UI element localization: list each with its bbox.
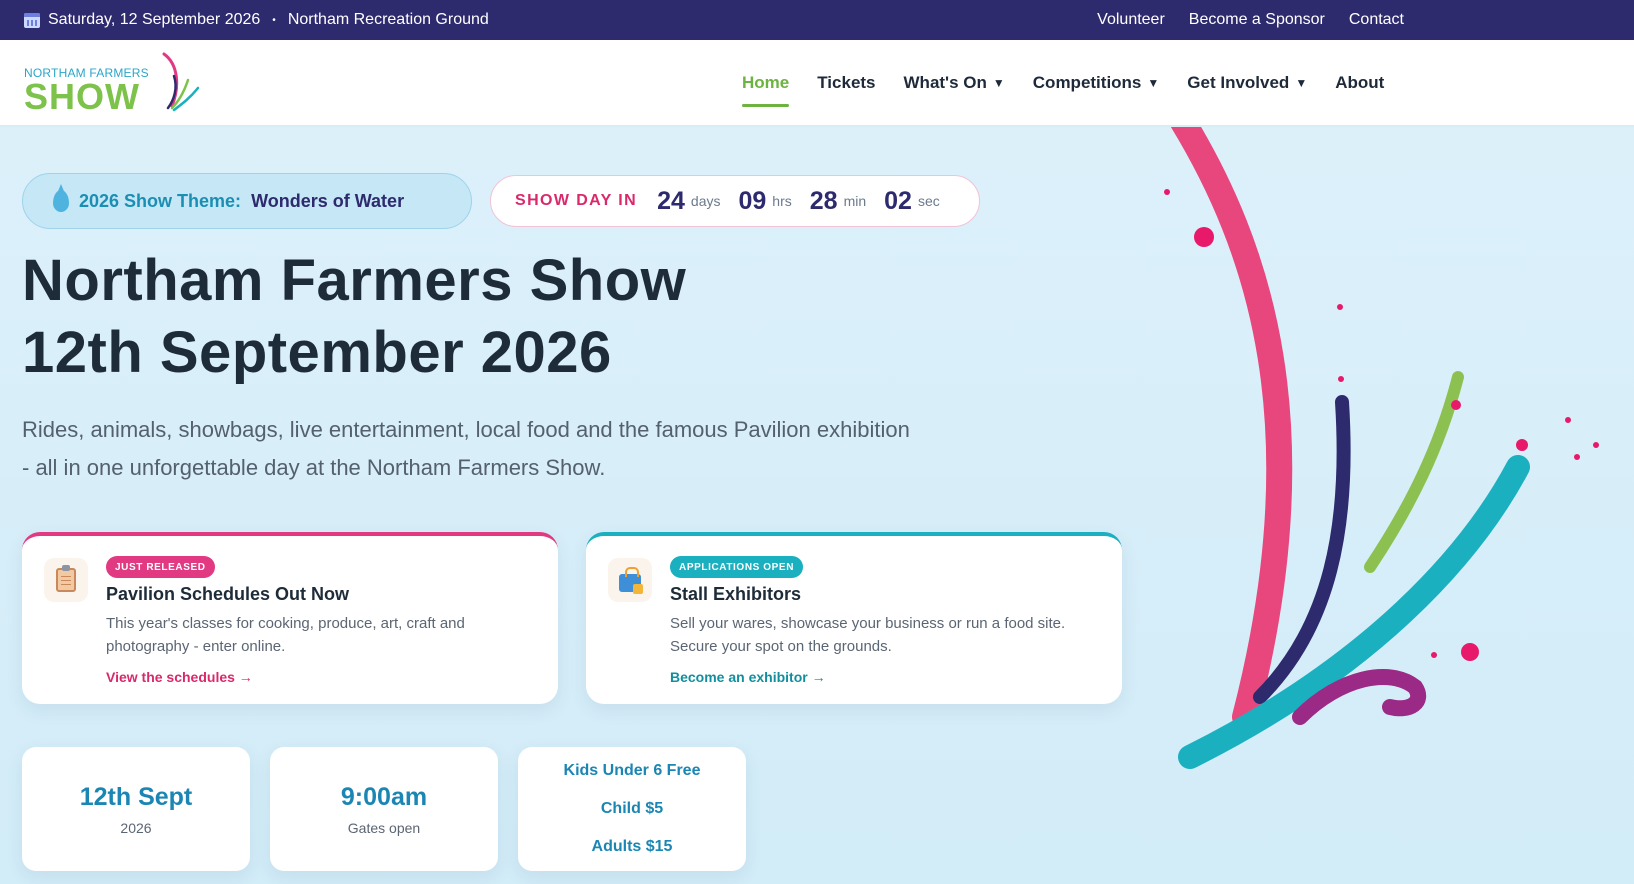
nav-get-involved-label: Get Involved [1187, 73, 1290, 92]
pavilion-schedules-card: JUST RELEASED Pavilion Schedules Out Now… [22, 532, 558, 704]
water-drop-icon [53, 190, 69, 212]
countdown-timer: SHOW DAY IN 24 days 09 hrs 28 min 02 sec [490, 175, 980, 227]
countdown-days-unit: days [690, 193, 721, 209]
countdown-hours-unit: hrs [772, 193, 792, 209]
nav-whats-on[interactable]: What's On ▼ [904, 73, 1005, 93]
nav-tickets-label: Tickets [817, 73, 876, 92]
utility-links: Volunteer Become a Sponsor Contact [1097, 0, 1404, 40]
nav-get-involved[interactable]: Get Involved ▼ [1187, 73, 1307, 93]
contact-link[interactable]: Contact [1349, 11, 1404, 29]
nav-competitions[interactable]: Competitions ▼ [1033, 73, 1160, 93]
nav-competitions-label: Competitions [1032, 73, 1142, 92]
theme-label: 2026 Show Theme: [79, 190, 242, 211]
show-date-stat: 12th Sept 2026 [22, 747, 250, 871]
price-kids: Kids Under 6 Free [563, 762, 701, 779]
stat-value: 12th Sept [79, 782, 193, 811]
countdown-minutes-unit: min [843, 193, 867, 209]
status-badge: JUST RELEASED [106, 556, 215, 578]
become-sponsor-link[interactable]: Become a Sponsor [1189, 11, 1325, 29]
nav-about-label: About [1335, 73, 1385, 92]
site-logo[interactable]: NORTHAM FARMERS SHOW [24, 52, 200, 117]
gates-open-stat: 9:00am Gates open [270, 747, 498, 871]
countdown-seconds: 02 [884, 186, 912, 215]
chevron-down-icon: ▼ [992, 76, 1005, 90]
nav-home[interactable]: Home [742, 73, 790, 107]
countdown-days: 24 [657, 186, 685, 215]
event-date: Saturday, 12 September 2026 [48, 11, 261, 28]
hero-section: 2026 Show Theme: Wonders of Water SHOW D… [0, 127, 1634, 884]
card-title: Stall Exhibitors [670, 584, 802, 604]
countdown-seconds-unit: sec [917, 193, 940, 209]
logo-swoosh-icon [162, 52, 200, 112]
stall-exhibitors-card: APPLICATIONS OPEN Stall Exhibitors Sell … [586, 532, 1122, 704]
decorative-swoosh-art [1164, 127, 1599, 769]
stat-label: 2026 [120, 819, 152, 836]
separator: • [272, 14, 276, 26]
title-line-1: Northam Farmers Show [22, 248, 687, 313]
view-schedules-link[interactable]: View the schedules → [106, 669, 253, 685]
shopping-bag-icon [608, 558, 652, 602]
price-adults: Adults $15 [591, 838, 673, 855]
countdown-hours: 09 [738, 186, 767, 215]
volunteer-link[interactable]: Volunteer [1097, 11, 1165, 29]
event-info: Saturday, 12 September 2026 • Northam Re… [24, 0, 489, 40]
clipboard-icon [44, 558, 88, 602]
nav-home-label: Home [742, 73, 790, 92]
ticket-prices-stat: Kids Under 6 Free Child $5 Adults $15 [518, 747, 746, 871]
logo-big-text: SHOW [24, 76, 140, 117]
top-utility-bar: Saturday, 12 September 2026 • Northam Re… [0, 0, 1634, 40]
title-line-2: 12th September 2026 [22, 320, 612, 385]
main-nav: Home Tickets What's On ▼ Competitions ▼ Ge… [742, 40, 1384, 126]
page-title: Northam Farmers Show 12th September 2026 [22, 245, 686, 389]
countdown-minutes: 28 [809, 186, 838, 215]
stat-value: 9:00am [340, 782, 428, 811]
event-venue: Northam Recreation Ground [287, 11, 489, 28]
become-exhibitor-link[interactable]: Become an exhibitor → [670, 669, 826, 685]
show-theme-pill: 2026 Show Theme: Wonders of Water [22, 173, 472, 229]
price-child: Child $5 [600, 800, 664, 817]
nav-tickets[interactable]: Tickets [817, 73, 875, 93]
nav-whats-on-label: What's On [903, 73, 987, 92]
status-badge: APPLICATIONS OPEN [670, 556, 804, 578]
chevron-down-icon: ▼ [1295, 76, 1308, 90]
nav-about[interactable]: About [1335, 73, 1384, 93]
card-title: Pavilion Schedules Out Now [106, 584, 350, 604]
card-description: This year's classes for cooking, produce… [106, 615, 465, 655]
stat-label: Gates open [347, 819, 421, 836]
site-header: NORTHAM FARMERS SHOW Home Tickets What's… [0, 40, 1634, 126]
card-description: Sell your wares, showcase your business … [670, 615, 1066, 655]
theme-value: Wonders of Water [251, 190, 405, 211]
countdown-label: SHOW DAY IN [515, 192, 638, 209]
hero-description: Rides, animals, showbags, live entertain… [22, 417, 910, 480]
chevron-down-icon: ▼ [1147, 76, 1160, 90]
calendar-icon [24, 12, 40, 28]
